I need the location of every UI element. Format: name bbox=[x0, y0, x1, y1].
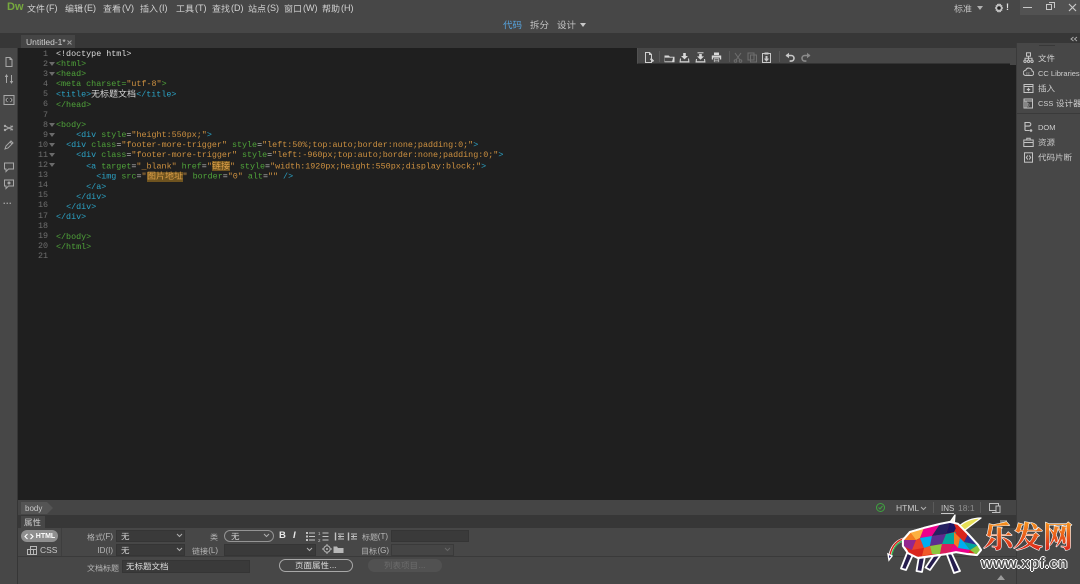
svg-text:cc: cc bbox=[1026, 70, 1030, 75]
svg-text:b: b bbox=[1027, 102, 1030, 108]
